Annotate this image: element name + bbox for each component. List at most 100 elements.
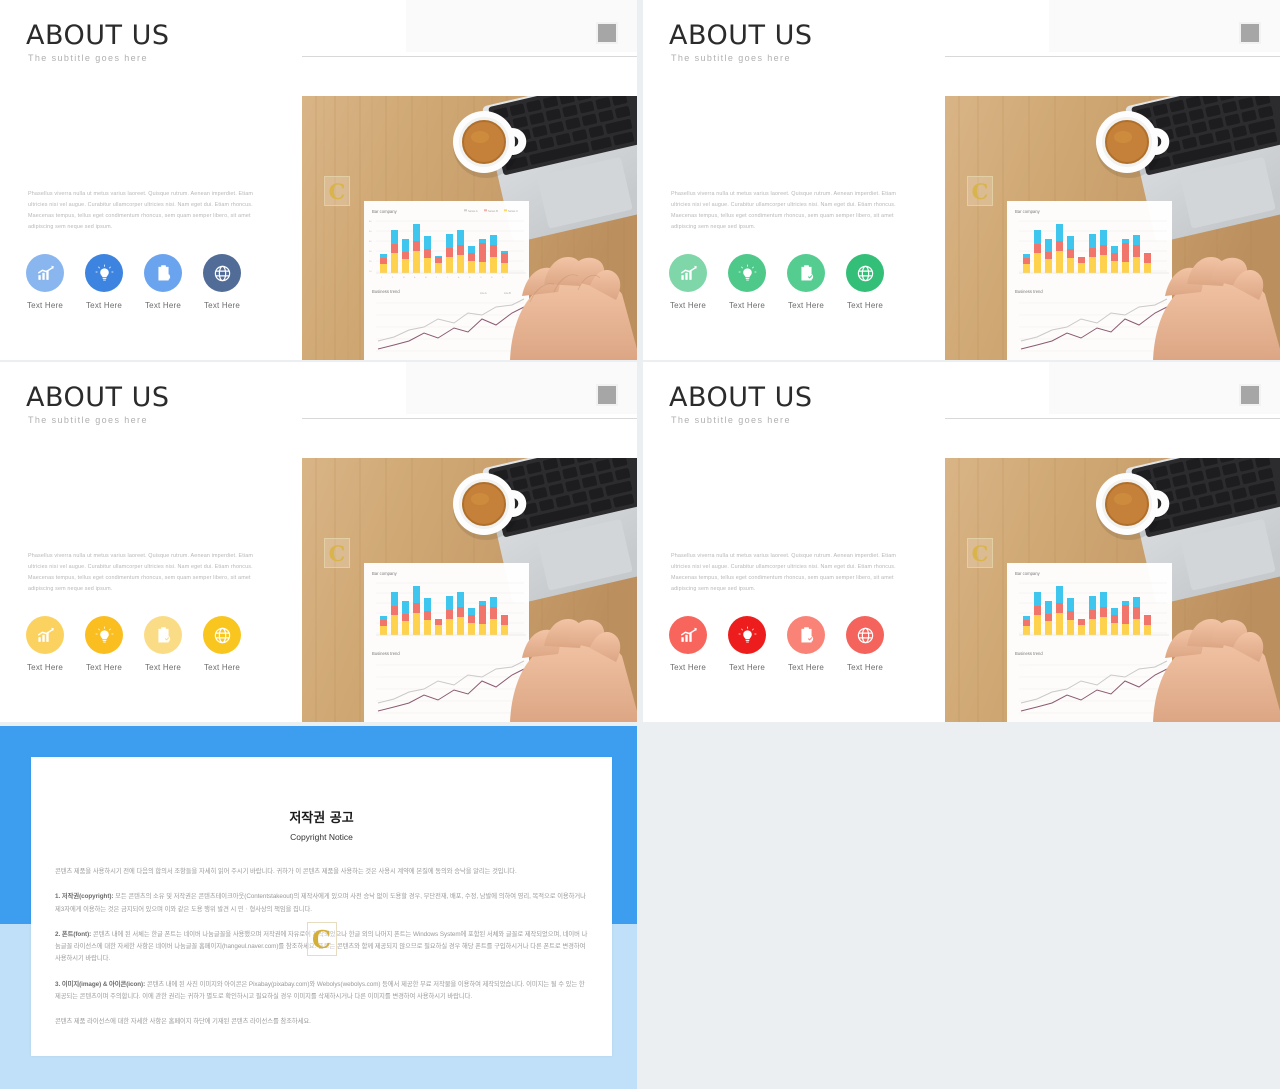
globe-network-icon[interactable] bbox=[846, 254, 884, 292]
feature-label: Text Here bbox=[26, 301, 64, 310]
lightbulb-idea-icon[interactable] bbox=[728, 616, 766, 654]
lightbulb-idea-icon[interactable] bbox=[728, 254, 766, 292]
feature-item[interactable]: Text Here bbox=[787, 616, 825, 672]
feature-label: Text Here bbox=[669, 663, 707, 672]
image-placeholder-square[interactable] bbox=[596, 22, 618, 44]
bar-chart-growth-icon[interactable] bbox=[669, 254, 707, 292]
body-paragraph: Phasellus viverra nulla ut metus varius … bbox=[671, 553, 897, 593]
desk-photo-coffee-laptop-chart[interactable]: Bar company Series A Series B Series C 60 5… bbox=[302, 96, 637, 360]
bar-chart-growth-icon[interactable] bbox=[669, 616, 707, 654]
copyright-title-en: Copyright Notice bbox=[290, 832, 353, 842]
slide-preview-yellow[interactable]: ABOUT US The subtitle goes here Phasellu… bbox=[0, 362, 637, 722]
clipboard-check-icon[interactable] bbox=[144, 616, 182, 654]
feature-item[interactable]: Text Here bbox=[728, 254, 766, 310]
copyright-watermark-logo: C bbox=[306, 922, 337, 956]
svg-text:J: J bbox=[447, 277, 448, 279]
photo-watermark-logo: C bbox=[967, 176, 993, 206]
bar-chart-growth-icon[interactable] bbox=[26, 254, 64, 292]
feature-icon-row: Text Here Text Here Text Here Text Here bbox=[669, 254, 884, 310]
slide-preview-copyright-notice[interactable]: 저작권 공고 Copyright Notice 콘텐츠 제품을 사용하시기 전에… bbox=[0, 726, 637, 1089]
desk-photo-coffee-laptop-chart[interactable]: Bar company Business trend C bbox=[945, 96, 1280, 360]
feature-item[interactable]: Text Here bbox=[144, 616, 182, 672]
body-paragraph: Phasellus viverra nulla ut metus varius … bbox=[671, 191, 897, 231]
svg-text:J: J bbox=[436, 277, 437, 279]
svg-text:Bar company: Bar company bbox=[372, 571, 398, 576]
page-title: ABOUT US bbox=[26, 20, 170, 51]
paragraph-lead: 2. 폰트(font): bbox=[55, 930, 92, 938]
feature-label: Text Here bbox=[203, 301, 241, 310]
feature-item[interactable]: Text Here bbox=[26, 616, 64, 672]
lightbulb-idea-icon[interactable] bbox=[85, 616, 123, 654]
image-placeholder-square[interactable] bbox=[596, 384, 618, 406]
paragraph-text: 모든 콘텐츠의 소유 및 저작권은 콘텐츠테이크아웃(Contentstakeo… bbox=[55, 893, 586, 913]
feature-label: Text Here bbox=[728, 663, 766, 672]
svg-text:Business trend: Business trend bbox=[1015, 289, 1043, 294]
copyright-paragraph: 콘텐츠 제품을 사용하시기 전에 다음의 합의서 조항들을 자세히 읽어 주시기… bbox=[55, 866, 588, 878]
feature-label: Text Here bbox=[85, 663, 123, 672]
copyright-paragraph: 1. 저작권(copyright): 모든 콘텐츠의 소유 및 저작권은 콘텐츠… bbox=[55, 891, 588, 916]
feature-icon-row: Text Here Text Here Text Here Text Here bbox=[669, 616, 884, 672]
feature-item[interactable]: Text Here bbox=[787, 254, 825, 310]
feature-icon-row: Text Here Text Here Text Here Text Here bbox=[26, 254, 241, 310]
body-paragraph: Phasellus viverra nulla ut metus varius … bbox=[28, 191, 254, 231]
desk-photo-coffee-laptop-chart[interactable]: Bar company Business trend C bbox=[302, 458, 637, 722]
feature-label: Text Here bbox=[787, 301, 825, 310]
image-placeholder-square[interactable] bbox=[1239, 22, 1261, 44]
copyright-paper: 저작권 공고 Copyright Notice 콘텐츠 제품을 사용하시기 전에… bbox=[31, 757, 612, 1056]
feature-label: Text Here bbox=[144, 301, 182, 310]
feature-item[interactable]: Text Here bbox=[85, 254, 123, 310]
globe-network-icon[interactable] bbox=[203, 254, 241, 292]
header-divider bbox=[302, 56, 637, 57]
svg-text:Series A: Series A bbox=[468, 209, 478, 213]
feature-item[interactable]: Text Here bbox=[203, 616, 241, 672]
feature-item[interactable]: Text Here bbox=[26, 254, 64, 310]
page-title: ABOUT US bbox=[669, 20, 813, 51]
feature-item[interactable]: Text Here bbox=[846, 254, 884, 310]
feature-item[interactable]: Text Here bbox=[846, 616, 884, 672]
slide-thumbnail-grid: ABOUT US The subtitle goes here Phasellu… bbox=[0, 0, 1280, 1089]
globe-network-icon[interactable] bbox=[846, 616, 884, 654]
page-title: ABOUT US bbox=[669, 382, 813, 413]
slide-preview-red[interactable]: ABOUT US The subtitle goes here Phasellu… bbox=[643, 362, 1280, 722]
feature-item[interactable]: Text Here bbox=[669, 616, 707, 672]
feature-label: Text Here bbox=[669, 301, 707, 310]
clipboard-check-icon[interactable] bbox=[787, 616, 825, 654]
svg-text:Bar company: Bar company bbox=[372, 209, 398, 214]
slide-preview-green[interactable]: ABOUT US The subtitle goes here Phasellu… bbox=[643, 0, 1280, 360]
svg-text:Line A: Line A bbox=[480, 292, 487, 295]
desk-photo-coffee-laptop-chart[interactable]: Bar company Business trend C bbox=[945, 458, 1280, 722]
lightbulb-idea-icon[interactable] bbox=[85, 254, 123, 292]
image-placeholder-square[interactable] bbox=[1239, 384, 1261, 406]
globe-network-icon[interactable] bbox=[203, 616, 241, 654]
slide-preview-blue[interactable]: ABOUT US The subtitle goes here Phasellu… bbox=[0, 0, 637, 360]
svg-text:Series C: Series C bbox=[508, 209, 518, 213]
page-subtitle: The subtitle goes here bbox=[28, 53, 148, 63]
feature-item[interactable]: Text Here bbox=[669, 254, 707, 310]
bar-chart-growth-icon[interactable] bbox=[26, 616, 64, 654]
clipboard-check-icon[interactable] bbox=[144, 254, 182, 292]
paragraph-text: 콘텐츠 제품 라이선스에 대한 자세한 사항은 홈페이지 하단에 기재된 콘텐츠… bbox=[55, 1018, 311, 1026]
feature-icon-row: Text Here Text Here Text Here Text Here bbox=[26, 616, 241, 672]
page-subtitle: The subtitle goes here bbox=[671, 53, 791, 63]
photo-watermark-logo: C bbox=[324, 176, 350, 206]
svg-text:Business trend: Business trend bbox=[1015, 651, 1043, 656]
feature-label: Text Here bbox=[728, 301, 766, 310]
paragraph-lead: 1. 저작권(copyright): bbox=[55, 893, 114, 901]
feature-item[interactable]: Text Here bbox=[144, 254, 182, 310]
svg-text:Business trend: Business trend bbox=[372, 289, 400, 294]
header-divider bbox=[302, 418, 637, 419]
header-divider bbox=[945, 56, 1280, 57]
svg-text:Bar company: Bar company bbox=[1015, 209, 1041, 214]
feature-item[interactable]: Text Here bbox=[728, 616, 766, 672]
svg-text:J: J bbox=[381, 277, 382, 279]
page-subtitle: The subtitle goes here bbox=[28, 415, 148, 425]
svg-text:Series B: Series B bbox=[488, 209, 498, 213]
clipboard-check-icon[interactable] bbox=[787, 254, 825, 292]
header-divider bbox=[945, 418, 1280, 419]
paragraph-text: 콘텐츠 제품을 사용하시기 전에 다음의 합의서 조항들을 자세히 읽어 주시기… bbox=[55, 868, 517, 875]
svg-text:Line B: Line B bbox=[504, 292, 511, 295]
feature-item[interactable]: Text Here bbox=[85, 616, 123, 672]
feature-label: Text Here bbox=[846, 301, 884, 310]
svg-text:Bar company: Bar company bbox=[1015, 571, 1041, 576]
feature-item[interactable]: Text Here bbox=[203, 254, 241, 310]
